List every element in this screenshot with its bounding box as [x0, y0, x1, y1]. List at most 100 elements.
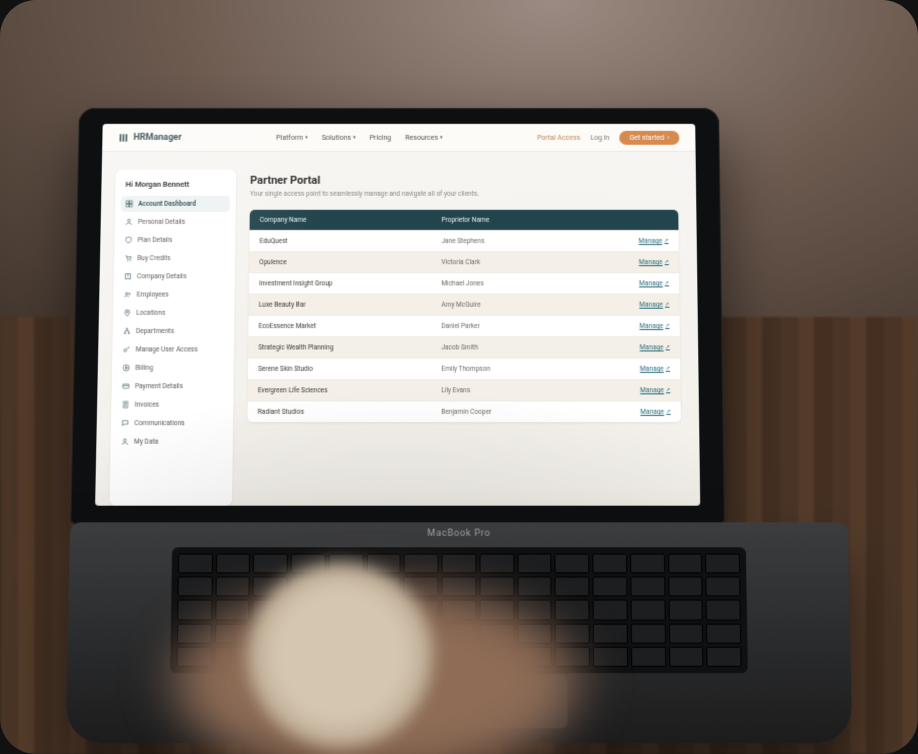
top-nav: HRManager Platform▾ Solutions▾ Pricing Reso…: [102, 124, 695, 152]
cell-company: Evergreen Life Sciences: [258, 386, 441, 394]
sidebar-item-company-details[interactable]: Company Details: [120, 268, 229, 284]
app-root: HRManager Platform▾ Solutions▾ Pricing Reso…: [95, 124, 700, 506]
sidebar-item-buy-credits[interactable]: Buy Credits: [120, 250, 229, 266]
manage-link[interactable]: Manage↗: [640, 343, 670, 351]
sidebar-item-payment-details[interactable]: Payment Details: [118, 378, 228, 394]
sidebar-item-my-data[interactable]: My Data: [117, 433, 227, 449]
cell-company: Serene Skin Studio: [258, 365, 441, 373]
get-started-button[interactable]: Get started ›: [619, 130, 679, 144]
cart-icon: [124, 254, 132, 262]
nav-item-platform[interactable]: Platform▾: [276, 133, 308, 141]
sidebar-item-employees[interactable]: Employees: [119, 286, 228, 302]
sidebar-item-personal-details[interactable]: Personal Details: [121, 214, 230, 230]
table-row: Investment Insight GroupMichael Jones Man…: [249, 272, 679, 293]
manage-link[interactable]: Manage↗: [640, 408, 670, 416]
cell-company: Radiant Studios: [258, 408, 442, 416]
card-icon: [122, 382, 130, 390]
sidebar-item-account-dashboard[interactable]: Account Dashboard: [121, 196, 230, 212]
portal-access-link[interactable]: Portal Access: [537, 133, 580, 141]
nav-links: Platform▾ Solutions▾ Pricing Resources▾: [276, 133, 443, 141]
sidebar-item-label: Billing: [135, 364, 153, 372]
arrow-right-icon: ›: [667, 133, 669, 141]
manage-link[interactable]: Manage↗: [639, 279, 669, 287]
login-link[interactable]: Log in: [590, 133, 609, 141]
sidebar-item-label: My Data: [134, 438, 158, 446]
chat-icon: [121, 419, 129, 427]
cell-owner: Lily Evans: [441, 386, 601, 394]
manage-link[interactable]: Manage↗: [639, 258, 669, 266]
table-row: EcoEssence MarketDaniel ParkerManage↗: [248, 315, 679, 336]
cell-owner: Amy McGuire: [441, 301, 601, 309]
table-row: Evergreen Life SciencesLily Evans Manage↗: [248, 379, 681, 401]
table-row: OpulenceVictoria ClarkManage↗: [249, 251, 679, 272]
manage-link[interactable]: Manage↗: [640, 365, 670, 373]
external-link-icon: ↗: [665, 344, 669, 350]
manage-link[interactable]: Manage↗: [639, 301, 669, 309]
external-link-icon: ↗: [666, 387, 670, 393]
table-row: Serene Skin StudioEmily Thompson Manage↗: [248, 358, 680, 379]
table-row: Luxe Beauty BarAmy McGuire Manage↗: [249, 294, 680, 315]
external-link-icon: ↗: [665, 259, 669, 265]
sidebar-item-label: Company Details: [137, 272, 187, 280]
brand-logo[interactable]: HRManager: [118, 132, 181, 142]
sidebar-item-label: Locations: [136, 309, 165, 317]
table-header: Company Name Proprietor Name: [250, 210, 679, 230]
cell-company: EduQuest: [259, 237, 441, 245]
sidebar-item-plan-details[interactable]: Plan Details: [120, 232, 229, 248]
sidebar-item-label: Invoices: [135, 401, 159, 409]
org-icon: [123, 327, 131, 335]
cell-owner: Benjamin Cooper: [441, 408, 602, 416]
cell-owner: Emily Thompson: [441, 365, 601, 373]
sidebar-item-departments[interactable]: Departments: [119, 323, 229, 339]
shield-icon: [124, 236, 132, 244]
cell-company: Luxe Beauty Bar: [259, 301, 441, 309]
sidebar-item-label: Plan Details: [138, 236, 173, 244]
sidebar-item-label: Account Dashboard: [138, 200, 196, 208]
sidebar-item-billing[interactable]: Billing: [118, 360, 228, 376]
sidebar-item-communications[interactable]: Communications: [117, 415, 227, 431]
sidebar-item-label: Communications: [134, 419, 184, 427]
sidebar-item-label: Manage User Access: [136, 345, 198, 353]
person-icon: [125, 218, 133, 226]
brand-icon: [118, 132, 128, 142]
external-link-icon: ↗: [666, 366, 670, 372]
col-proprietor: Proprietor Name: [441, 216, 600, 224]
table-row: Radiant StudiosBenjamin Cooper Manage↗: [247, 401, 680, 423]
table-row: Strategic Wealth PlanningJacob SmithMana…: [248, 336, 680, 357]
cell-owner: Jacob Smith: [441, 343, 601, 351]
dashboard-icon: [125, 200, 133, 208]
get-started-label: Get started: [629, 133, 664, 141]
person-icon: [121, 438, 129, 446]
sidebar-item-invoices[interactable]: Invoices: [117, 396, 227, 412]
people-icon: [123, 290, 131, 298]
sidebar-greeting: Hi Morgan Bennett: [121, 178, 230, 194]
sidebar: Hi Morgan Bennett Account Dashboard Perso…: [109, 170, 236, 506]
nav-item-pricing[interactable]: Pricing: [369, 133, 391, 141]
page-subtitle: Your single access point to seamlessly m…: [250, 190, 678, 198]
sidebar-item-locations[interactable]: Locations: [119, 305, 228, 321]
external-link-icon: ↗: [664, 238, 668, 244]
sidebar-item-label: Buy Credits: [137, 254, 170, 262]
sidebar-item-label: Departments: [136, 327, 174, 335]
clients-table: Company Name Proprietor Name EduQuestJan…: [247, 210, 680, 422]
cell-owner: Michael Jones: [441, 279, 600, 287]
billing-icon: [122, 364, 130, 372]
nav-right: Portal Access Log in Get started ›: [537, 130, 679, 144]
nav-item-solutions[interactable]: Solutions▾: [322, 133, 356, 141]
cell-company: Investment Insight Group: [259, 279, 441, 287]
nav-item-resources[interactable]: Resources▾: [405, 133, 442, 141]
chevron-down-icon: ▾: [353, 134, 356, 140]
pin-icon: [123, 309, 131, 317]
manage-link[interactable]: Manage↗: [639, 237, 669, 245]
company-icon: [124, 272, 132, 280]
main-content: Partner Portal Your single access point …: [246, 170, 681, 506]
cell-company: EcoEssence Market: [259, 322, 442, 330]
table-row: EduQuestJane StephensManage↗: [249, 230, 678, 251]
chevron-down-icon: ▾: [440, 134, 443, 140]
manage-link[interactable]: Manage↗: [639, 322, 669, 330]
key-icon: [122, 345, 130, 353]
invoice-icon: [121, 401, 129, 409]
sidebar-item-manage-user-access[interactable]: Manage User Access: [118, 341, 228, 357]
brand-name: HRManager: [133, 132, 181, 142]
manage-link[interactable]: Manage↗: [640, 386, 670, 394]
